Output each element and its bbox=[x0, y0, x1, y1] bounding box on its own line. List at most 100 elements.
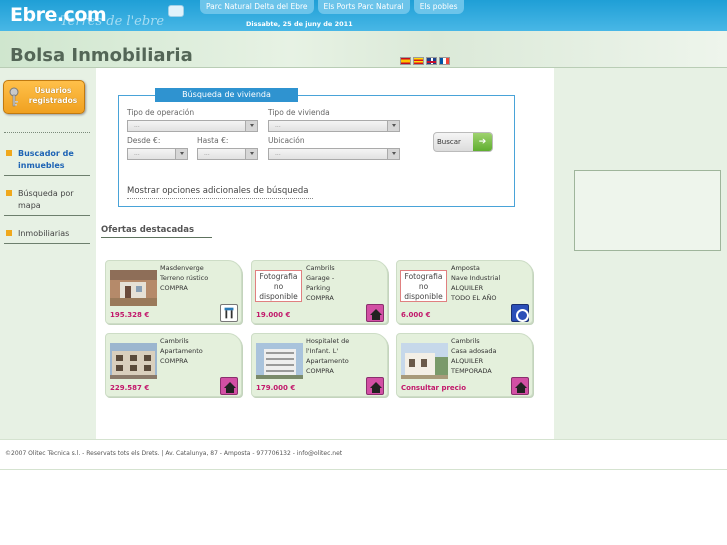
sidebar-item-inmobiliarias[interactable]: Inmobiliarias bbox=[4, 228, 90, 244]
price-from-label: Desde €: bbox=[127, 136, 161, 145]
listing-operation: COMPRA bbox=[306, 367, 334, 375]
flag-en-icon[interactable] bbox=[426, 57, 437, 65]
bullet-icon bbox=[6, 230, 12, 236]
agency-logo-icon[interactable] bbox=[366, 377, 384, 395]
top-nav: Parc Natural Delta del Ebre Els Ports Pa… bbox=[200, 0, 464, 14]
listing-details: Cambrils Casa adosada ALQUILER TEMPORADA bbox=[451, 336, 529, 376]
key-icon bbox=[9, 87, 19, 107]
chevron-down-icon bbox=[392, 124, 396, 127]
registered-users-label: Usuarios registrados bbox=[28, 86, 78, 105]
language-selector bbox=[400, 57, 450, 65]
flag-fr-icon[interactable] bbox=[439, 57, 450, 65]
agency-logo-icon[interactable] bbox=[511, 377, 529, 395]
listing-photo bbox=[401, 343, 448, 379]
listing-price: Consultar precio bbox=[401, 384, 467, 392]
footer-divider bbox=[0, 469, 727, 470]
listing-photo bbox=[110, 343, 157, 379]
location-label: Ubicación bbox=[268, 136, 305, 145]
listing-card[interactable]: Cambrils Apartamento COMPRA 229.587 € bbox=[105, 333, 242, 397]
location-select[interactable]: ... bbox=[268, 148, 400, 160]
page: Terres de l'ebre Ebre.com Parc Natural D… bbox=[0, 0, 727, 545]
listing-photo bbox=[256, 343, 303, 379]
agency-logo-icon[interactable] bbox=[220, 304, 238, 322]
listing-type: Garage - bbox=[306, 274, 335, 282]
listing-details: Cambrils Garage - Parking COMPRA bbox=[306, 263, 384, 303]
property-type-select[interactable]: ... bbox=[268, 120, 400, 132]
arrow-right-icon: ➔ bbox=[473, 133, 492, 151]
listing-type-cont: Parking bbox=[306, 284, 331, 292]
listing-details: Masdenverge Terreno rústico COMPRA bbox=[160, 263, 238, 293]
footer-divider bbox=[0, 439, 727, 440]
chevron-down-icon bbox=[180, 152, 184, 155]
bullet-icon bbox=[6, 150, 12, 156]
listing-details: Cambrils Apartamento COMPRA bbox=[160, 336, 238, 366]
flag-es-icon[interactable] bbox=[400, 57, 411, 65]
price-from-select-value: ... bbox=[134, 150, 140, 157]
listing-card[interactable]: Fotografia no disponible Cambrils Garage… bbox=[251, 260, 388, 324]
property-type-select-value: ... bbox=[275, 122, 281, 129]
operation-label: Tipo de operación bbox=[127, 108, 195, 117]
footer-text: ©2007 Olitec Tècnica s.l. - Reservats to… bbox=[5, 450, 343, 457]
listing-operation: COMPRA bbox=[160, 284, 188, 292]
bullet-icon bbox=[6, 190, 12, 196]
top-banner: Terres de l'ebre Ebre.com Parc Natural D… bbox=[0, 0, 727, 31]
sidebar-item-mapa[interactable]: Búsqueda por mapa bbox=[4, 188, 90, 216]
sidebar: Usuarios registrados Buscador de inmuebl… bbox=[0, 68, 96, 439]
more-options-link[interactable]: Mostrar opciones adicionales de búsqueda bbox=[127, 186, 313, 199]
search-button[interactable]: Buscar ➔ bbox=[433, 132, 493, 152]
right-panel bbox=[554, 68, 727, 439]
listing-town: Cambrils bbox=[160, 337, 189, 345]
sidebar-item-label: Inmobiliarias bbox=[18, 229, 70, 238]
listing-operation: COMPRA bbox=[306, 294, 334, 302]
listing-card[interactable]: Hospitalet de l'Infant. L' Apartamento C… bbox=[251, 333, 388, 397]
site-logo[interactable]: Ebre.com bbox=[10, 4, 107, 26]
listing-operation: ALQUILER bbox=[451, 284, 484, 292]
listing-type: Terreno rústico bbox=[160, 274, 209, 282]
no-photo-placeholder: Fotografia no disponible bbox=[255, 270, 302, 302]
agency-logo-icon[interactable] bbox=[220, 377, 238, 395]
listing-town-cont: l'Infant. L' bbox=[306, 347, 339, 355]
topnav-pobles[interactable]: Els pobles bbox=[413, 0, 464, 14]
ad-box bbox=[574, 170, 721, 251]
flag-ca-icon[interactable] bbox=[413, 57, 424, 65]
registered-users-button[interactable]: Usuarios registrados bbox=[3, 80, 85, 114]
no-photo-placeholder: Fotografia no disponible bbox=[400, 270, 447, 302]
property-type-label: Tipo de vivienda bbox=[268, 108, 330, 117]
listing-price: 19.000 € bbox=[256, 311, 291, 319]
search-panel: Búsqueda de vivienda Tipo de operación .… bbox=[118, 88, 515, 207]
chat-icon[interactable] bbox=[168, 5, 184, 17]
listing-town: Hospitalet de bbox=[306, 337, 350, 345]
sidebar-divider bbox=[4, 132, 90, 133]
listing-price: 179.000 € bbox=[256, 384, 296, 392]
sidebar-item-label: Búsqueda por mapa bbox=[18, 189, 74, 210]
listing-card[interactable]: Cambrils Casa adosada ALQUILER TEMPORADA… bbox=[396, 333, 533, 397]
price-to-select[interactable]: ... bbox=[197, 148, 258, 160]
current-date: Dissabte, 25 de juny de 2011 bbox=[246, 20, 353, 28]
agency-logo-icon[interactable] bbox=[366, 304, 384, 322]
listing-photo bbox=[110, 270, 157, 306]
listing-card[interactable]: Fotografia no disponible Amposta Nave In… bbox=[396, 260, 533, 324]
listing-type: Apartamento bbox=[306, 357, 349, 365]
operation-select[interactable]: ... bbox=[127, 120, 258, 132]
listing-operation: COMPRA bbox=[160, 357, 188, 365]
listing-type: Apartamento bbox=[160, 347, 203, 355]
header-band: Bolsa Inmobiliaria bbox=[0, 31, 727, 68]
listing-town: Cambrils bbox=[451, 337, 480, 345]
location-select-value: ... bbox=[275, 150, 281, 157]
listing-price: 6.000 € bbox=[401, 311, 431, 319]
listing-type: Casa adosada bbox=[451, 347, 497, 355]
listing-details: Hospitalet de l'Infant. L' Apartamento C… bbox=[306, 336, 384, 376]
price-to-select-value: ... bbox=[204, 150, 210, 157]
featured-title: Ofertas destacadas bbox=[101, 225, 212, 238]
listing-operation: ALQUILER bbox=[451, 357, 484, 365]
listing-town: Cambrils bbox=[306, 264, 335, 272]
chevron-down-icon bbox=[250, 152, 254, 155]
listing-town: Masdenverge bbox=[160, 264, 204, 272]
search-panel-title: Búsqueda de vivienda bbox=[155, 88, 298, 102]
price-from-select[interactable]: ... bbox=[127, 148, 188, 160]
sidebar-item-buscador[interactable]: Buscador de inmuebles bbox=[4, 148, 90, 176]
listing-card[interactable]: Masdenverge Terreno rústico COMPRA 195.3… bbox=[105, 260, 242, 324]
topnav-ports[interactable]: Els Ports Parc Natural bbox=[317, 0, 410, 14]
agency-logo-icon[interactable] bbox=[511, 304, 529, 322]
topnav-delta[interactable]: Parc Natural Delta del Ebre bbox=[200, 0, 314, 14]
